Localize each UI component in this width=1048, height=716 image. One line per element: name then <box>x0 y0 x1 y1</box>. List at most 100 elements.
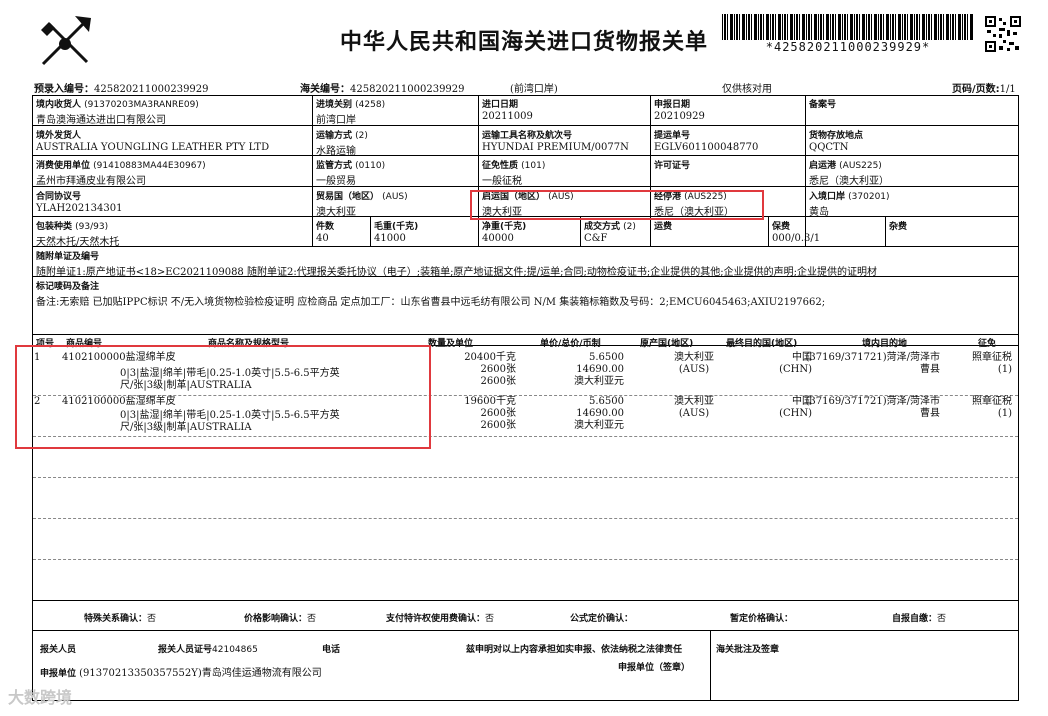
misc-fee-label: 杂费 <box>889 222 908 232</box>
insurance-label: 保费 <box>772 222 791 232</box>
goods-domestic-county: 曹县 <box>920 408 940 419</box>
shipper-label: 境外发货人 <box>36 131 82 141</box>
dep-port-label: 启运港 (AUS225) <box>809 161 882 171</box>
contract-value: YLAH202134301 <box>36 203 123 214</box>
goods-header-domestic: 境内目的地 <box>862 339 908 349</box>
tax-nature-label: 征免性质 (101) <box>482 161 546 171</box>
import-date-value: 20211009 <box>482 111 533 122</box>
trade-country-label: 贸易国（地区） (AUS) <box>316 192 408 202</box>
goods-currency: 澳大利亚元 <box>574 376 624 387</box>
contract-label: 合同协议号 <box>36 192 82 202</box>
customs-number: 海关编号：425820211000239929 <box>300 84 465 95</box>
page-indicator: 页码/页数:1/1 <box>952 84 1016 95</box>
insurance-value: 000/0.3/1 <box>772 233 821 244</box>
goods-qty-weight: 19600千克 <box>464 396 516 407</box>
goods-levy-code: (1) <box>997 408 1012 419</box>
tax-nature-value: 一般征税 <box>482 176 522 187</box>
remarks-text: 备注:无索赔 已加贴IPPC标识 不/无入境货物检验检疫证明 应检商品 定点加工… <box>36 297 826 308</box>
license-label: 许可证号 <box>654 161 691 171</box>
document-title: 中华人民共和国海关进口货物报关单 <box>340 30 709 55</box>
entry-port-value: 黄岛 <box>809 207 829 218</box>
customs-note-label: 海关批注及签章 <box>716 645 780 655</box>
goods-qty-declared: 2600张 <box>480 376 516 387</box>
highlight-box-origin <box>470 190 764 220</box>
entry-customs-value: 前湾口岸 <box>316 115 356 126</box>
goods-header-price: 单价/总价/币制 <box>540 339 601 349</box>
goods-levy: 照章征税 <box>972 396 1012 407</box>
shipper-value: AUSTRALIA YOUNGLING LEATHER PTY LTD <box>36 142 270 153</box>
goods-total-price: 14690.00 <box>576 364 624 375</box>
goods-total-price: 14690.00 <box>576 408 624 419</box>
user-unit-value: 孟州市拜通皮业有限公司 <box>36 176 146 187</box>
freight-label: 运费 <box>654 222 673 232</box>
dep-port-value: 悉尼（澳大利亚） <box>809 176 889 187</box>
goods-header-dest: 最终目的国(地区) <box>726 339 798 349</box>
attached-docs-label: 随附单证及编号 <box>36 252 100 262</box>
special-relation-confirm: 特殊关系确认：否 <box>84 614 157 624</box>
goods-domestic-county: 曹县 <box>920 364 940 375</box>
user-unit-label: 消费使用单位 (91410883MA44E30967) <box>36 161 206 171</box>
pre-entry-number: 预录入编号：425820211000239929 <box>34 84 209 95</box>
phone-label: 电话 <box>322 645 341 655</box>
goods-levy-code: (1) <box>997 364 1012 375</box>
goods-dest-code: (CHN) <box>779 408 812 419</box>
highlight-box-goods <box>15 345 431 449</box>
unit-seal-label: 申报单位（签章） <box>618 663 691 673</box>
goods-unit-price: 5.6500 <box>589 352 624 363</box>
watermark: 大数跨境 <box>8 688 73 707</box>
bl-label: 提运单号 <box>654 131 691 141</box>
transport-mode-label: 运输方式 (2) <box>316 131 368 141</box>
qr-code-icon <box>985 16 1021 56</box>
goods-unit-price: 5.6500 <box>589 396 624 407</box>
bl-value: EGLV601100048770 <box>654 142 759 153</box>
declaring-unit: 申报单位 (91370213350357552Y)青岛鸿佳运通物流有限公司 <box>40 668 322 679</box>
remarks-label: 标记唛码及备注 <box>36 282 100 292</box>
goods-header-origin: 原产国(地区) <box>640 339 694 349</box>
storage-value: QQCTN <box>809 142 849 153</box>
vessel-label: 运输工具名称及航次号 <box>482 131 573 141</box>
port-note: (前湾口岸) <box>510 84 558 95</box>
deal-mode-label: 成交方式 (2) <box>584 222 636 232</box>
goods-domestic-dest: (37169/371721)菏泽/菏泽市 <box>805 352 940 363</box>
entry-customs-label: 进境关别 (4258) <box>316 100 386 110</box>
legal-statement: 兹申明对以上内容承担如实申报、依法纳税之法律责任 <box>466 645 683 655</box>
record-no-label: 备案号 <box>809 100 837 110</box>
declarer-no: 报关人员证号42104865 <box>158 645 258 655</box>
declarer-label: 报关人员 <box>40 645 77 655</box>
goods-levy: 照章征税 <box>972 352 1012 363</box>
provisional-price-confirm: 暂定价格确认： <box>730 614 794 624</box>
declare-date-label: 申报日期 <box>654 100 691 110</box>
goods-qty-weight: 20400千克 <box>464 352 516 363</box>
attached-docs-text: 随附单证1:原产地证书<18>EC2021109088 随附单证2:代理报关委托… <box>36 267 878 278</box>
pieces-value: 40 <box>316 233 329 244</box>
vessel-value: HYUNDAI PREMIUM/0077N <box>482 142 629 153</box>
goods-origin-code: (AUS) <box>678 408 710 419</box>
royalty-confirm: 支付特许权使用费确认：否 <box>386 614 495 624</box>
goods-qty-legal: 2600张 <box>480 364 516 375</box>
goods-origin-code: (AUS) <box>678 364 710 375</box>
gross-weight-label: 毛重(千克) <box>374 222 419 232</box>
declare-date-value: 20210929 <box>654 111 705 122</box>
goods-domestic-dest: (37169/371721)菏泽/菏泽市 <box>805 396 940 407</box>
gross-weight-value: 41000 <box>374 233 406 244</box>
import-date-label: 进口日期 <box>482 100 519 110</box>
goods-dest-code: (CHN) <box>779 364 812 375</box>
price-impact-confirm: 价格影响确认：否 <box>244 614 317 624</box>
storage-label: 货物存放地点 <box>809 131 864 141</box>
entry-port-label: 入境口岸 (370201) <box>809 192 890 202</box>
goods-qty-declared: 2600张 <box>480 420 516 431</box>
transport-mode-value: 水路运输 <box>316 146 356 157</box>
consignee-label: 境内收货人 (91370203MA3RANRE09) <box>36 100 199 110</box>
package-value: 天然木托/天然木托 <box>36 237 120 248</box>
goods-origin: 澳大利亚 <box>674 396 714 407</box>
supervision-label: 监管方式 (0110) <box>316 161 386 171</box>
barcode <box>722 14 974 40</box>
barcode-text: *425820211000239929* <box>765 40 931 54</box>
package-label: 包装种类 (93/93) <box>36 222 109 232</box>
goods-header-qty: 数量及单位 <box>428 339 474 349</box>
deal-mode-value: C&F <box>584 233 608 244</box>
goods-origin: 澳大利亚 <box>674 352 714 363</box>
net-weight-value: 40000 <box>482 233 514 244</box>
goods-header-levy: 征免 <box>978 339 997 349</box>
goods-qty-legal: 2600张 <box>480 408 516 419</box>
